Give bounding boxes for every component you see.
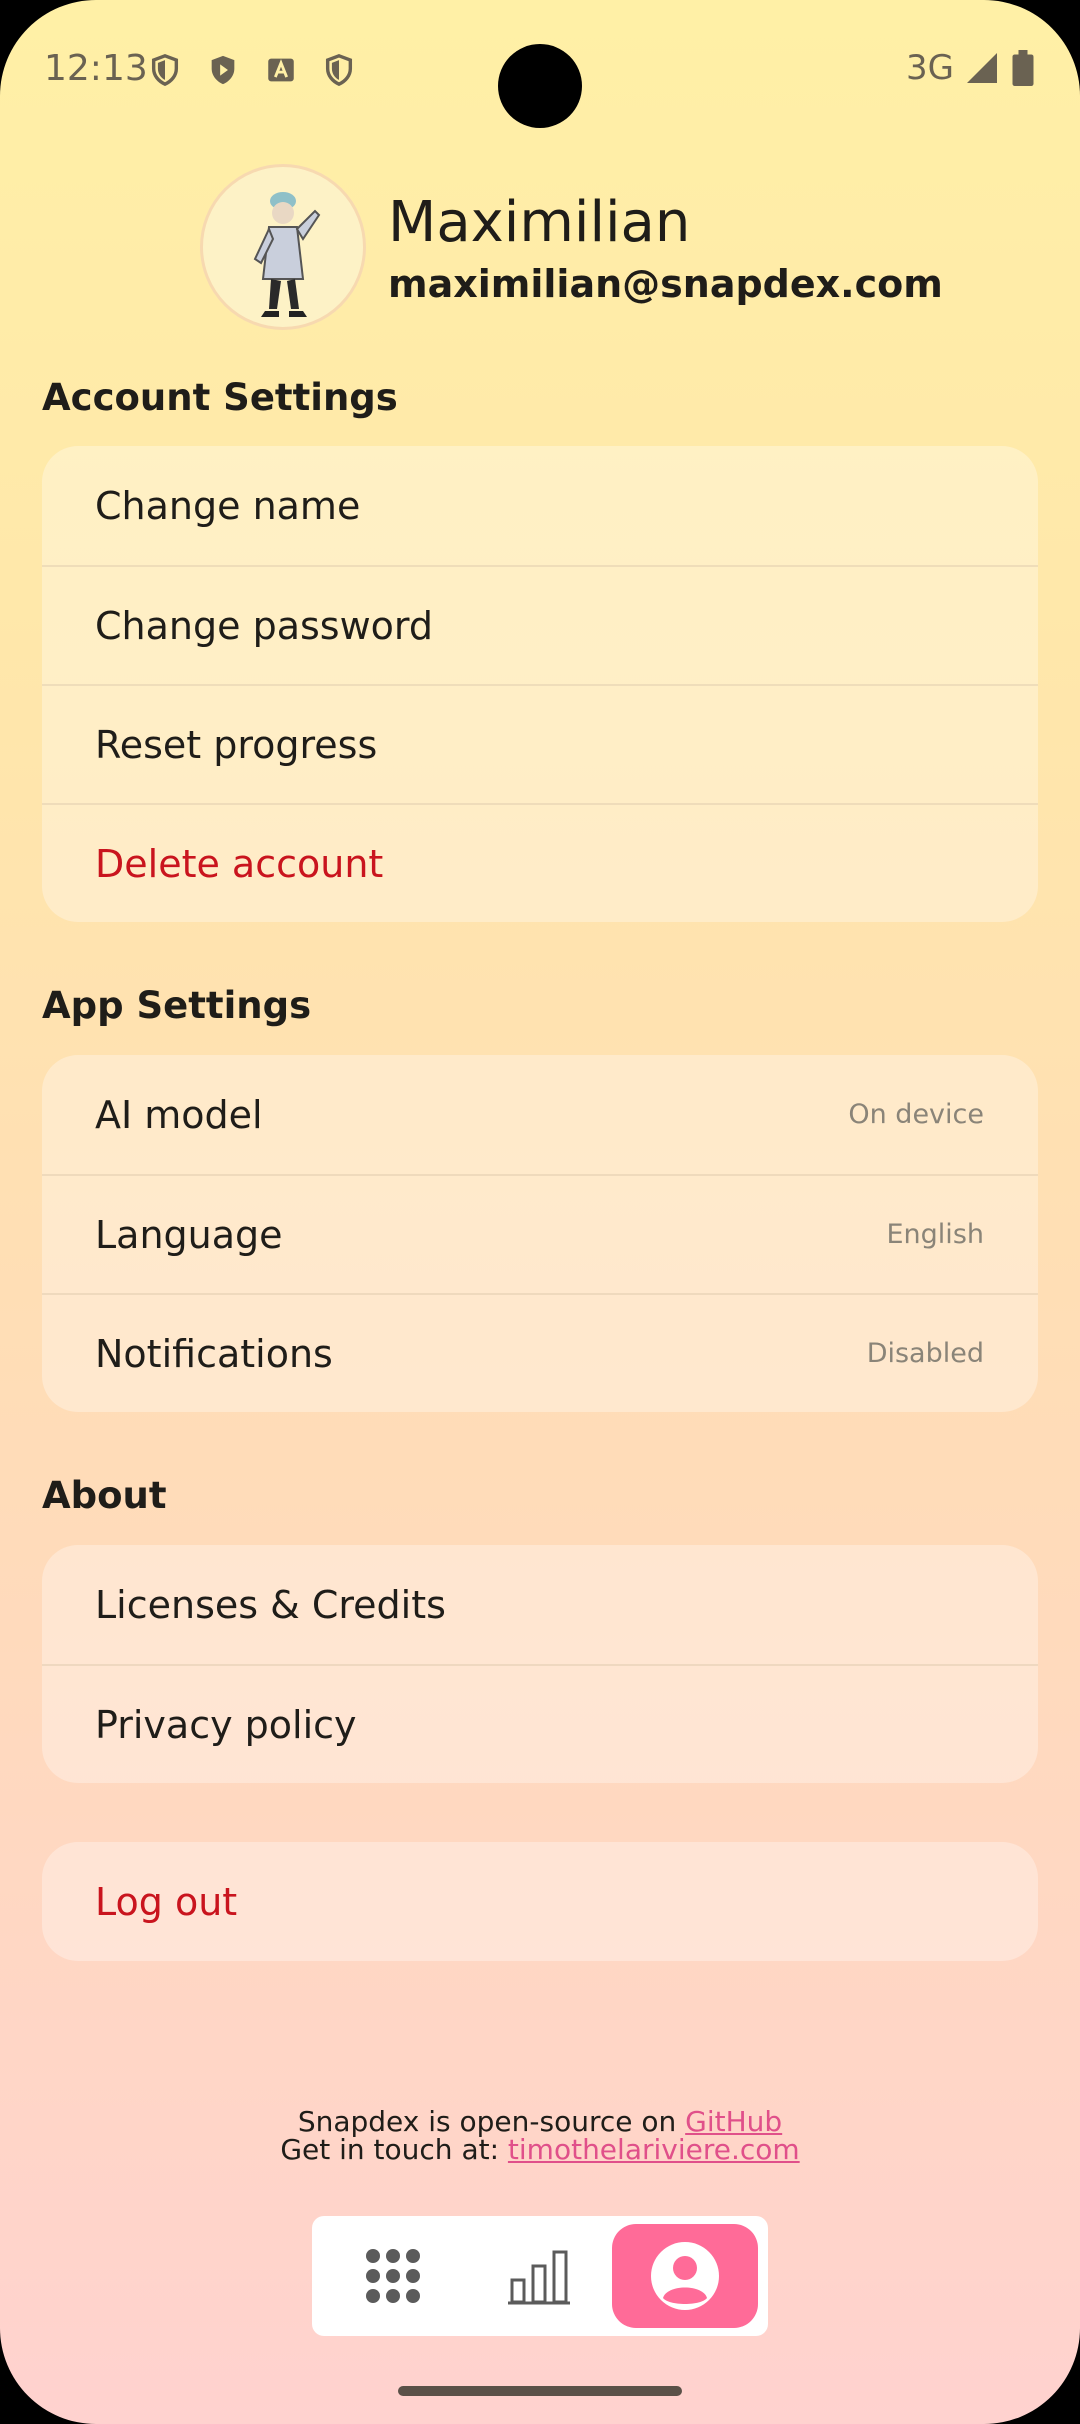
profile-name: Maximilian: [388, 190, 691, 255]
bar-chart-icon: [508, 2250, 570, 2305]
logout-label: Log out: [95, 1879, 238, 1924]
nav-grid-button[interactable]: [320, 2224, 466, 2328]
network-type: 3G: [906, 48, 954, 88]
account-settings-card: Change name Change password Reset progre…: [42, 446, 1038, 922]
status-time: 12:13: [44, 48, 148, 89]
avatar[interactable]: [200, 164, 366, 330]
website-link[interactable]: timothelariviere.com: [508, 2133, 800, 2166]
row-label: Change name: [95, 483, 361, 528]
shield-icon: [151, 54, 179, 87]
row-label: Licenses & Credits: [95, 1582, 446, 1627]
row-label: Privacy policy: [95, 1702, 357, 1747]
row-label: Delete account: [95, 841, 384, 886]
footer-text: Get in touch at:: [280, 2133, 508, 2166]
settings-screen: 12:13 3G Maximilian maximilian@snapdex.c…: [0, 0, 1080, 2424]
nav-profile-button[interactable]: [612, 2224, 758, 2328]
privacy-policy-item[interactable]: Privacy policy: [42, 1664, 1038, 1783]
shield-icon: [325, 54, 353, 87]
delete-account-item[interactable]: Delete account: [42, 803, 1038, 922]
app-settings-title: App Settings: [42, 984, 312, 1027]
profile-email: maximilian@snapdex.com: [388, 262, 943, 306]
about-card: Licenses & Credits Privacy policy: [42, 1545, 1038, 1783]
change-password-item[interactable]: Change password: [42, 565, 1038, 684]
account-settings-title: Account Settings: [42, 376, 398, 419]
row-value: Disabled: [866, 1338, 984, 1369]
play-shield-icon: [211, 55, 235, 85]
reset-progress-item[interactable]: Reset progress: [42, 684, 1038, 803]
app-settings-card: AI model On device Language English Noti…: [42, 1055, 1038, 1412]
row-label: AI model: [95, 1092, 263, 1137]
row-value: English: [886, 1219, 985, 1250]
ai-model-item[interactable]: AI model On device: [42, 1055, 1038, 1174]
row-value: On device: [848, 1099, 984, 1130]
battery-icon: [1012, 50, 1034, 86]
profile-icon: [651, 2242, 719, 2310]
notifications-item[interactable]: Notifications Disabled: [42, 1293, 1038, 1412]
nav-stats-button[interactable]: [466, 2224, 612, 2328]
change-name-item[interactable]: Change name: [42, 446, 1038, 565]
licenses-credits-item[interactable]: Licenses & Credits: [42, 1545, 1038, 1664]
footer: Snapdex is open-source on GitHub Get in …: [0, 2108, 1080, 2164]
character-illustration: [253, 192, 321, 317]
row-label: Reset progress: [95, 722, 378, 767]
row-label: Change password: [95, 603, 433, 648]
camera-cutout: [498, 44, 582, 128]
home-indicator[interactable]: [398, 2386, 682, 2396]
logout-button[interactable]: Log out: [42, 1842, 1038, 1961]
language-item[interactable]: Language English: [42, 1174, 1038, 1293]
text-a-icon: [268, 58, 294, 82]
status-bar: 12:13 3G: [0, 0, 1080, 140]
about-title: About: [42, 1474, 167, 1517]
grid-icon: [366, 2249, 420, 2303]
logout-card: Log out: [42, 1842, 1038, 1961]
bottom-nav: [312, 2216, 768, 2336]
signal-icon: [967, 53, 997, 83]
row-label: Language: [95, 1212, 283, 1257]
row-label: Notifications: [95, 1331, 333, 1376]
